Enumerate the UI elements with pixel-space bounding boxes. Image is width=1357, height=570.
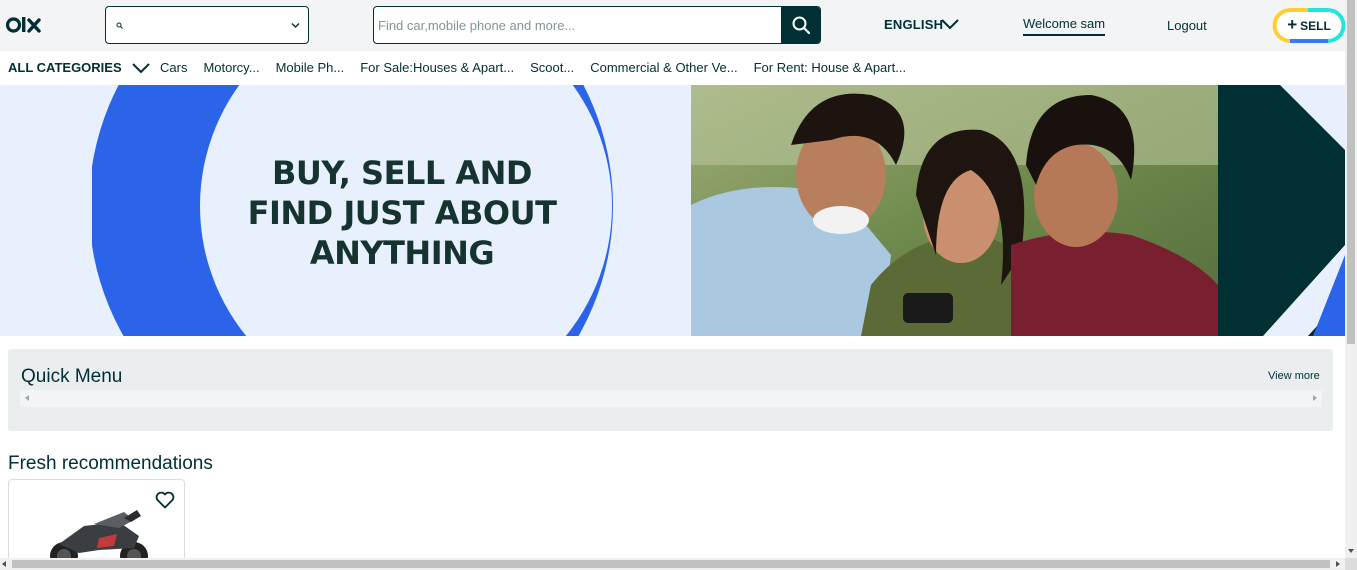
banner-headline-line: BUY, SELL AND (272, 154, 532, 192)
category-item-for-rent-houses[interactable]: For Rent: House & Apart... (754, 60, 906, 75)
scrollbar-thumb[interactable] (12, 560, 1330, 568)
section-title: Fresh recommendations (8, 453, 213, 474)
people-photo-image (691, 85, 1218, 336)
category-bar: ALL CATEGORIES Cars Motorcy... Mobile Ph… (0, 51, 1345, 85)
scroll-left-icon[interactable] (2, 561, 6, 567)
chevron-down-icon[interactable] (941, 18, 959, 30)
all-categories-button[interactable]: ALL CATEGORIES (8, 60, 122, 75)
welcome-user[interactable]: Welcome sam (1023, 16, 1106, 36)
search-button[interactable] (781, 7, 820, 43)
category-item-scooters[interactable]: Scoot... (530, 60, 574, 75)
olx-logo[interactable] (6, 14, 42, 36)
quick-menu-scroller[interactable] (20, 390, 1322, 407)
chevron-right-graphic (1218, 85, 1345, 336)
sell-content: + SELL (1272, 8, 1346, 43)
category-item-mobile-phones[interactable]: Mobile Ph... (276, 60, 345, 75)
language-selector[interactable]: ENGLISH (884, 17, 943, 32)
banner-arrow-panel (1218, 85, 1345, 336)
chevron-down-icon[interactable] (131, 62, 151, 74)
banner-headline: BUY, SELL AND FIND JUST ABOUT ANYTHING (200, 153, 604, 273)
banner-text-panel: BUY, SELL AND FIND JUST ABOUT ANYTHING (0, 85, 691, 336)
category-item-cars[interactable]: Cars (160, 60, 187, 75)
banner-headline-line: FIND JUST ABOUT (247, 194, 557, 232)
category-list: Cars Motorcy... Mobile Ph... For Sale:Ho… (160, 60, 922, 75)
scrollbar-corner (1345, 558, 1357, 570)
banner-photo (691, 85, 1218, 336)
scrollbar-thumb[interactable] (1347, 0, 1355, 344)
view-more-link[interactable]: View more (1268, 370, 1320, 382)
category-item-for-sale-houses[interactable]: For Sale:Houses & Apart... (360, 60, 514, 75)
location-select[interactable] (105, 6, 309, 44)
scroll-down-icon[interactable] (1348, 549, 1354, 553)
product-card[interactable] (8, 479, 185, 569)
sell-label: SELL (1300, 18, 1331, 33)
search-bar (373, 6, 821, 44)
hero-banner[interactable]: BUY, SELL AND FIND JUST ABOUT ANYTHING (0, 85, 1345, 336)
quick-menu-title: Quick Menu (21, 366, 123, 387)
search-input[interactable] (374, 7, 781, 43)
scroll-right-icon[interactable] (1313, 395, 1317, 401)
vertical-scrollbar[interactable] (1345, 0, 1357, 558)
category-item-motorcycles[interactable]: Motorcy... (203, 60, 259, 75)
scroll-left-icon[interactable] (25, 395, 29, 401)
category-item-commercial-vehicles[interactable]: Commercial & Other Ve... (590, 60, 737, 75)
sell-button[interactable]: + SELL (1272, 8, 1346, 43)
scroll-right-icon[interactable] (1336, 561, 1340, 567)
plus-icon: + (1287, 15, 1298, 34)
quick-menu: Quick Menu View more (8, 349, 1333, 431)
horizontal-scrollbar[interactable] (0, 558, 1357, 570)
search-icon (116, 22, 123, 29)
chevron-down-icon (291, 23, 300, 28)
heart-icon[interactable] (155, 491, 175, 509)
search-icon (792, 16, 810, 35)
banner-headline-line: ANYTHING (309, 234, 495, 272)
logout-link[interactable]: Logout (1167, 18, 1207, 33)
top-header: ENGLISH Welcome sam Logout + SELL (0, 0, 1346, 51)
